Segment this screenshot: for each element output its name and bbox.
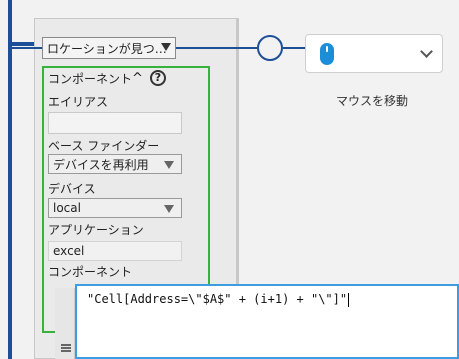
chevron-down-icon [164, 205, 174, 213]
mouse-action-card[interactable] [305, 34, 443, 73]
flow-node-circle[interactable] [257, 35, 283, 61]
expression-editor[interactable]: "Cell[Address=\"$A$" + (i+1) + "\"]" [75, 284, 459, 359]
application-value: excel [53, 244, 85, 258]
application-field[interactable]: excel [48, 241, 182, 261]
mouse-icon [320, 43, 334, 65]
collapse-up-icon[interactable]: ^ [132, 71, 143, 86]
component-header-label: コンポーネント [48, 72, 133, 86]
application-label: アプリケーション [48, 223, 144, 237]
mouse-action-label: マウスを移動 [336, 94, 409, 108]
flow-canvas: ロケーションが見つ… マウスを移動 コンポーネント ^ ? エイリアス ベース … [0, 0, 459, 359]
help-icon[interactable]: ? [150, 70, 166, 86]
location-dropdown-label: ロケーションが見つ… [47, 41, 167, 56]
text-cursor [348, 292, 350, 307]
flow-connector-left [12, 47, 42, 49]
device-label: デバイス [48, 182, 96, 196]
device-value: local [53, 201, 81, 215]
editor-code-line: "Cell[Address=\"$A$" + (i+1) + "\"]" [87, 292, 350, 307]
drag-handle-icon[interactable] [61, 344, 71, 352]
base-finder-value: デバイスを再利用 [53, 157, 149, 172]
editor-code: "Cell[Address=\"$A$" + (i+1) + "\"]" [87, 292, 348, 306]
alias-field[interactable] [48, 112, 182, 134]
location-dropdown[interactable]: ロケーションが見つ… [42, 37, 176, 59]
chevron-down-icon[interactable] [420, 45, 433, 58]
outer-flow-rail [8, 0, 12, 359]
flow-connector-right [283, 47, 305, 49]
outer-flow-rail-cap [8, 42, 36, 46]
alias-label: エイリアス [48, 95, 109, 109]
dropdown-caret-icon [161, 43, 171, 51]
device-select[interactable]: local [48, 198, 182, 218]
chevron-down-icon [164, 161, 174, 169]
base-finder-label: ベース ファインダー [48, 139, 160, 153]
flow-connector-mid [176, 47, 257, 49]
component-label: コンポーネント [48, 265, 133, 279]
base-finder-select[interactable]: デバイスを再利用 [48, 154, 182, 174]
